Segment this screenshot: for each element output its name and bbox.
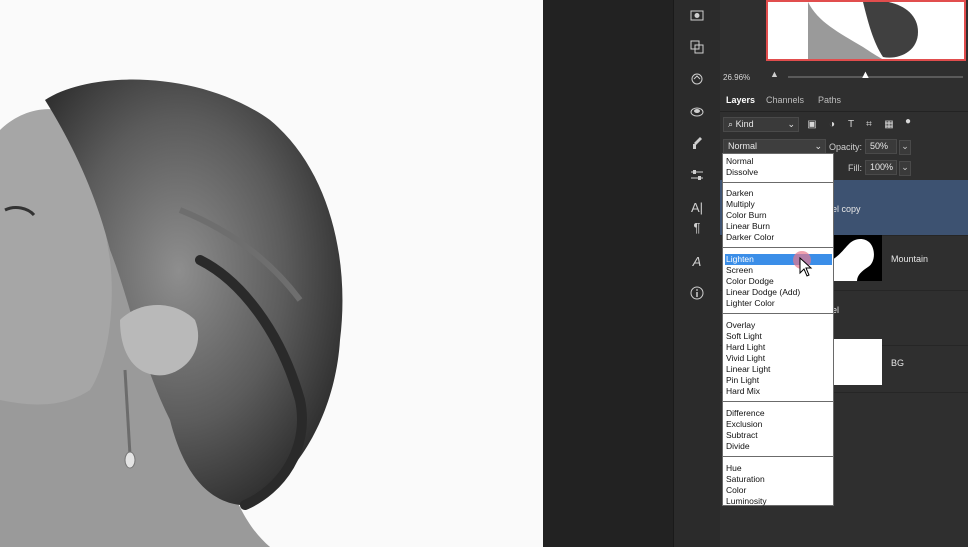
menu-divider xyxy=(723,247,833,248)
blend-mode-option[interactable]: Divide xyxy=(725,441,832,452)
blend-mode-option[interactable]: Vivid Light xyxy=(725,353,832,364)
blend-mode-option[interactable]: Linear Light xyxy=(725,364,832,375)
layer-name[interactable]: Mountain xyxy=(891,254,928,264)
document-canvas[interactable] xyxy=(0,0,543,547)
mouse-cursor-icon xyxy=(799,257,813,277)
blend-mode-value: Normal xyxy=(728,141,758,151)
blend-mode-option-highlighted[interactable]: Lighten xyxy=(725,254,832,265)
fill-chevron-icon[interactable]: ⌄ xyxy=(899,161,911,176)
zoom-out-icon[interactable]: ▲ xyxy=(770,69,779,79)
zoom-slider-handle[interactable]: ▲ xyxy=(860,69,871,81)
layer-thumbnail[interactable] xyxy=(832,339,882,385)
transform-icon[interactable] xyxy=(688,38,706,56)
menu-divider xyxy=(723,313,833,314)
chevron-down-icon: ⌄ xyxy=(787,119,795,129)
adjust-icon[interactable] xyxy=(688,166,706,184)
filter-toggle-icon[interactable]: ● xyxy=(903,117,913,127)
fill-value: 100% xyxy=(870,162,894,172)
blend-mode-option[interactable]: Lighter Color xyxy=(725,298,832,309)
opacity-chevron-icon[interactable]: ⌄ xyxy=(899,140,911,155)
filter-kind-select[interactable]: ⌕ Kind ⌄ xyxy=(723,117,799,132)
search-icon: ⌕ xyxy=(728,119,734,129)
blend-mode-dropdown[interactable]: Normal Dissolve Darken Multiply Color Bu… xyxy=(722,153,834,506)
fill-label: Fill: xyxy=(848,163,862,173)
blend-mode-option[interactable]: Hue xyxy=(725,463,832,474)
blend-mode-option[interactable]: Pin Light xyxy=(725,375,832,386)
image-filter-icon[interactable]: ▣ xyxy=(807,120,817,130)
layers-panel-tabs: Layers Channels Paths xyxy=(720,89,968,112)
blend-mode-option[interactable]: Hard Light xyxy=(725,342,832,353)
layer-mask-thumbnail[interactable] xyxy=(832,235,882,281)
type-filter-icon[interactable]: T xyxy=(846,120,856,130)
pasteboard xyxy=(543,0,673,547)
zoom-slider[interactable] xyxy=(788,76,963,78)
blend-mode-option[interactable]: Linear Dodge (Add) xyxy=(725,287,832,298)
blend-mode-option[interactable]: Exclusion xyxy=(725,419,832,430)
blend-mode-option[interactable]: Saturation xyxy=(725,474,832,485)
blend-mode-option[interactable]: Darker Color xyxy=(725,232,832,243)
info-icon[interactable] xyxy=(688,284,706,302)
blend-mode-option[interactable]: Normal xyxy=(725,156,832,167)
blend-mode-option[interactable]: Dissolve xyxy=(725,167,832,178)
paragraph-icon[interactable]: ¶ xyxy=(688,218,706,236)
blend-mode-option[interactable]: Multiply xyxy=(725,199,832,210)
fill-input[interactable]: 100% xyxy=(865,160,897,175)
blend-mode-option[interactable]: Color xyxy=(725,485,832,496)
camera-raw-icon[interactable] xyxy=(688,6,706,24)
adjustment-filter-icon[interactable]: ◑ xyxy=(827,120,837,130)
blend-mode-option[interactable]: Color Dodge xyxy=(725,276,832,287)
shape-filter-icon[interactable]: ⌗ xyxy=(864,120,874,130)
blend-mode-option[interactable]: Luminosity xyxy=(725,496,832,507)
blend-mode-select[interactable]: Normal ⌄ xyxy=(723,139,826,154)
blend-mode-option[interactable]: Darken xyxy=(725,188,832,199)
blend-mode-option[interactable]: Linear Burn xyxy=(725,221,832,232)
chevron-down-icon: ⌄ xyxy=(814,141,822,151)
blend-mode-option[interactable]: Color Burn xyxy=(725,210,832,221)
blend-mode-option[interactable]: Subtract xyxy=(725,430,832,441)
tab-layers[interactable]: Layers xyxy=(726,95,755,105)
tab-paths[interactable]: Paths xyxy=(818,95,841,105)
smart-object-filter-icon[interactable]: ▦ xyxy=(884,120,894,130)
blend-mode-option[interactable]: Overlay xyxy=(725,320,832,331)
cloud-icon[interactable] xyxy=(688,102,706,120)
tab-channels[interactable]: Channels xyxy=(766,95,804,105)
panel-icon-strip: A| ¶ A xyxy=(673,0,721,547)
menu-divider xyxy=(723,456,833,457)
menu-divider xyxy=(723,182,833,183)
blend-mode-option[interactable]: Hard Mix xyxy=(725,386,832,397)
opacity-label: Opacity: xyxy=(829,142,863,152)
layer-name[interactable]: el copy xyxy=(832,204,861,214)
glyph-icon[interactable]: A xyxy=(688,252,706,270)
3d-icon[interactable] xyxy=(688,70,706,88)
filter-kind-label: Kind xyxy=(735,119,754,129)
portrait-image xyxy=(0,79,343,547)
character-icon[interactable]: A| xyxy=(688,198,706,216)
zoom-value[interactable]: 26.96% xyxy=(723,73,750,82)
brush-icon[interactable] xyxy=(688,134,706,152)
opacity-value: 50% xyxy=(870,141,889,151)
blend-mode-option[interactable]: Screen xyxy=(725,265,832,276)
menu-divider xyxy=(723,401,833,402)
layer-name[interactable]: BG xyxy=(891,358,904,368)
navigator-zoom-row: 26.96% ▲ ▲ xyxy=(720,66,968,88)
opacity-input[interactable]: 50% xyxy=(865,139,897,154)
navigator-preview[interactable] xyxy=(766,0,966,61)
blend-mode-option[interactable]: Difference xyxy=(725,408,832,419)
blend-mode-option[interactable]: Soft Light xyxy=(725,331,832,342)
